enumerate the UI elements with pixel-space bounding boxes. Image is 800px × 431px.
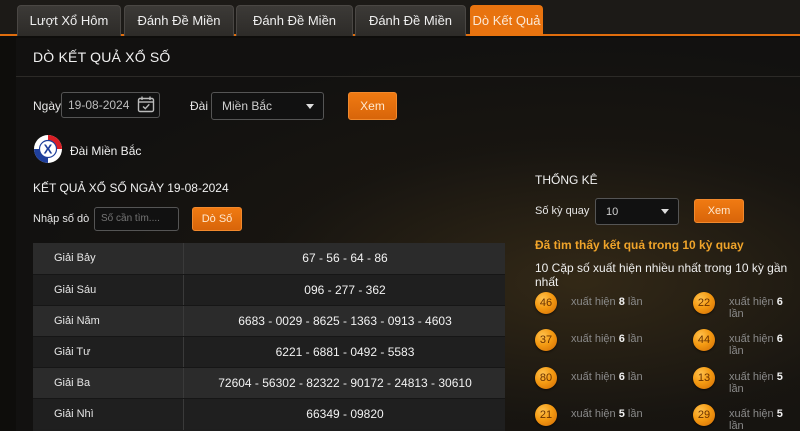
appear-suffix: lần xyxy=(627,333,643,345)
table-row: Giải Sáu 096 - 277 - 362 xyxy=(33,274,505,306)
title-divider xyxy=(16,76,800,77)
periods-label: Số kỳ quay xyxy=(535,205,590,217)
appear-prefix: xuất hiện xyxy=(571,371,616,383)
calendar-icon[interactable] xyxy=(137,96,155,113)
table-row: Giải Ba 72604 - 56302 - 82322 - 90172 - … xyxy=(33,367,505,399)
prize-numbers: 72604 - 56302 - 82322 - 90172 - 24813 - … xyxy=(218,376,472,390)
prize-name: Giải Nhì xyxy=(33,399,184,430)
tab-today[interactable]: Lượt Xổ Hôm Nay xyxy=(17,5,121,58)
lookup-button[interactable]: Dò Số xyxy=(192,207,242,231)
number-ball: 37 xyxy=(535,329,557,351)
appearance-text: xuất hiện 6 lần xyxy=(729,296,800,320)
number-ball: 22 xyxy=(693,292,715,314)
appear-suffix: lần xyxy=(627,371,643,383)
tab-central[interactable]: Đánh Đề Miền Trung xyxy=(236,5,353,58)
appearance-text: xuất hiện 6 lần xyxy=(729,333,800,357)
view-results-button[interactable]: Xem xyxy=(348,92,397,120)
lookup-input[interactable] xyxy=(94,207,179,231)
table-row: Giải Nhì 66349 - 09820 xyxy=(33,398,505,430)
station-value: Miền Bắc xyxy=(222,99,273,113)
stats-view-button[interactable]: Xem xyxy=(694,199,744,223)
number-ball: 46 xyxy=(535,292,557,314)
appearance-text: xuất hiện 8 lần xyxy=(571,296,643,308)
number-ball: 44 xyxy=(693,329,715,351)
appear-count: 6 xyxy=(776,333,783,345)
logo-letter: X xyxy=(44,142,53,157)
appearance-text: xuất hiện 5 lần xyxy=(729,408,800,431)
number-ball: 13 xyxy=(693,367,715,389)
prize-name: Giải Năm xyxy=(33,306,184,337)
appearance-text: xuất hiện 6 lần xyxy=(571,333,643,345)
table-row: Giải Năm 6683 - 0029 - 8625 - 1363 - 091… xyxy=(33,305,505,337)
prize-numbers: 6683 - 0029 - 8625 - 1363 - 0913 - 4603 xyxy=(238,314,452,328)
station-label: Đài xyxy=(190,99,209,113)
station-select[interactable]: Miền Bắc xyxy=(211,92,324,120)
found-text: Đã tìm thấy kết quả trong 10 kỳ quay xyxy=(535,238,744,252)
appear-suffix: lần xyxy=(729,420,744,431)
appear-suffix: lần xyxy=(729,345,744,357)
stats-title: THỐNG KÊ xyxy=(535,173,598,187)
appear-prefix: xuất hiện xyxy=(571,408,616,420)
appear-count: 5 xyxy=(776,371,783,383)
prize-name: Giải Bảy xyxy=(33,243,184,274)
appear-prefix: xuất hiện xyxy=(729,333,774,345)
appear-suffix: lần xyxy=(729,308,744,320)
periods-value: 10 xyxy=(606,206,619,218)
prize-numbers: 67 - 56 - 64 - 86 xyxy=(302,251,388,265)
results-table: Giải Bảy 67 - 56 - 64 - 86 Giải Sáu 096 … xyxy=(33,243,505,431)
table-row: Giải Tư 6221 - 6881 - 0492 - 5583 xyxy=(33,336,505,368)
appear-prefix: xuất hiện xyxy=(729,296,774,308)
appear-prefix: xuất hiện xyxy=(571,296,616,308)
appear-prefix: xuất hiện xyxy=(571,333,616,345)
appear-count: 5 xyxy=(776,408,783,420)
stats-subtitle: 10 Cặp số xuất hiện nhiều nhất trong 10 … xyxy=(535,261,788,289)
prize-name: Giải Ba xyxy=(33,368,184,399)
appearance-text: xuất hiện 5 lần xyxy=(571,408,643,420)
appear-prefix: xuất hiện xyxy=(729,408,774,420)
prize-numbers: 66349 - 09820 xyxy=(306,407,384,421)
tab-check-results[interactable]: Dò Kết Quả xyxy=(470,5,543,36)
appearance-text: xuất hiện 5 lần xyxy=(729,371,800,395)
prize-numbers: 096 - 277 - 362 xyxy=(304,283,386,297)
appear-count: 6 xyxy=(618,333,625,345)
chevron-down-icon xyxy=(661,209,669,214)
appear-count: 6 xyxy=(776,296,783,308)
station-logo: X xyxy=(33,134,63,164)
appear-count: 8 xyxy=(618,296,625,308)
date-value: 19-08-2024 xyxy=(68,98,130,112)
number-ball: 21 xyxy=(535,404,557,426)
tab-south[interactable]: Đánh Đề Miền Nam xyxy=(355,5,466,58)
appear-suffix: lần xyxy=(627,408,643,420)
date-label: Ngày xyxy=(33,99,62,113)
station-name: Đài Miền Bắc xyxy=(70,144,142,158)
appear-prefix: xuất hiện xyxy=(729,371,774,383)
appearance-text: xuất hiện 6 lần xyxy=(571,371,643,383)
appear-suffix: lần xyxy=(627,296,643,308)
results-title: KẾT QUẢ XỔ SỐ NGÀY 19-08-2024 xyxy=(33,181,229,195)
lookup-label: Nhập số dò xyxy=(33,213,90,225)
tab-north[interactable]: Đánh Đề Miền Bắc xyxy=(124,5,234,58)
prize-name: Giải Sáu xyxy=(33,275,184,306)
appear-count: 6 xyxy=(618,371,625,383)
appear-count: 5 xyxy=(618,408,625,420)
periods-select[interactable]: 10 xyxy=(595,198,679,225)
number-ball: 80 xyxy=(535,367,557,389)
tab-bar: Lượt Xổ Hôm Nay Đánh Đề Miền Bắc Đánh Đề… xyxy=(0,0,800,58)
chevron-down-icon xyxy=(306,104,314,109)
prize-numbers: 6221 - 6881 - 0492 - 5583 xyxy=(275,345,415,359)
prize-name: Giải Tư xyxy=(33,337,184,368)
number-ball: 29 xyxy=(693,404,715,426)
appear-suffix: lần xyxy=(729,383,744,395)
table-row: Giải Bảy 67 - 56 - 64 - 86 xyxy=(33,243,505,274)
page-title: DÒ KẾT QUẢ XỔ SỐ xyxy=(33,49,171,65)
